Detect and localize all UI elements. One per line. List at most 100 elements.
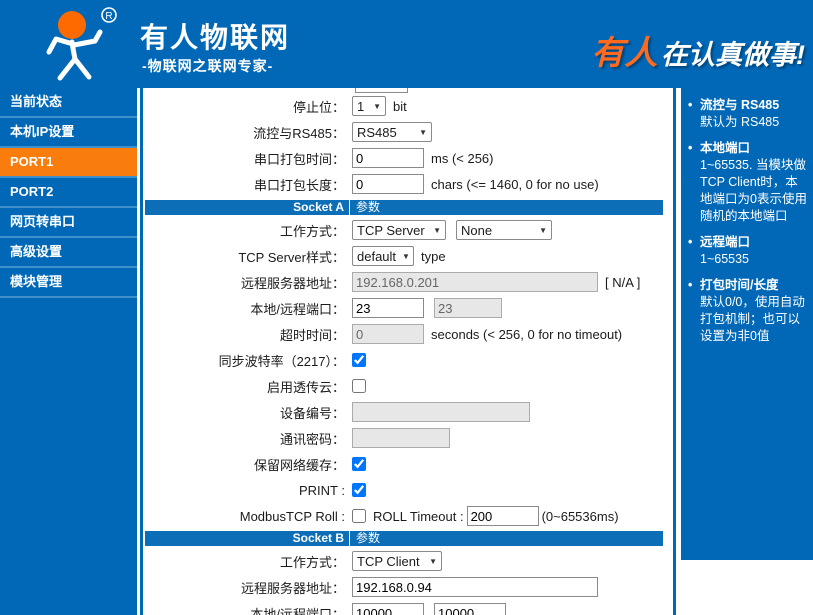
help-body: 1~65535 [700,252,749,266]
socka-server-style-hint: type [421,249,446,264]
sidebar-item-port2[interactable]: PORT2 [0,178,137,208]
row-stop-bits: 停止位： 1 ▼ bit [143,93,673,119]
row-socka-timeout: 超时时间： seconds (< 256, 0 for no timeout) [143,321,673,347]
content-right-border [673,88,676,615]
help-title: 本地端口 [700,141,750,155]
chevron-down-icon: ▼ [373,102,381,111]
comm-password-label: 通讯密码： [143,429,345,448]
socka-remote-port-input [434,298,502,318]
row-modbus-roll: ModbusTCP Roll : ROLL Timeout : (0~65536… [143,503,673,529]
sidebar-item-current-status[interactable]: 当前状态 [0,88,137,118]
help-item-flow-control: • 流控与 RS485 默认为 RS485 [688,97,808,131]
sockb-work-mode-select[interactable]: TCP Client ▼ [352,551,442,571]
bullet-icon: • [688,277,700,345]
pack-time-label: 串口打包时间： [143,149,345,168]
pack-time-input[interactable] [352,148,424,168]
row-flow-control: 流控与RS485： RS485 ▼ [143,119,673,145]
sidebar-item-local-ip[interactable]: 本机IP设置 [0,118,137,148]
socka-remote-addr-na: [ N/A ] [605,275,640,290]
socka-remote-addr-input [352,272,598,292]
pack-length-input[interactable] [352,174,424,194]
socka-timeout-hint: seconds (< 256, 0 for no timeout) [431,327,622,342]
socket-a-params-label: 参数 [350,200,380,215]
socka-timeout-input [352,324,424,344]
flow-control-select[interactable]: RS485 ▼ [352,122,432,142]
print-checkbox[interactable] [352,483,366,497]
row-sockb-remote-addr: 远程服务器地址： [143,574,673,600]
help-title: 流控与 RS485 [700,98,779,112]
row-device-id: 设备编号： [143,399,673,425]
help-panel: • 流控与 RS485 默认为 RS485 • 本地端口 1~65535. 当模… [681,88,813,560]
row-socka-ports: 本地/远程端口： [143,295,673,321]
sockb-remote-port-input[interactable] [434,603,506,615]
registered-mark: R [105,11,112,22]
flow-control-label: 流控与RS485： [143,123,345,142]
help-body: 默认0/0，使用自动打包机制；也可以设置为非0值 [700,295,805,343]
pack-time-hint: ms (< 256) [431,151,494,166]
comm-password-input [352,428,450,448]
chevron-down-icon: ▼ [419,128,427,137]
help-title: 打包时间/长度 [700,278,778,292]
socka-local-port-input[interactable] [352,298,424,318]
top-header: R 有人物联网 -物联网之联网专家- 有人 在认真做事! [0,0,813,88]
socket-a-section-header: Socket A 参数 [145,200,663,215]
slogan-rest: 在认真做事! [661,40,805,70]
row-pack-length: 串口打包长度： chars (<= 1460, 0 for no use) [143,171,673,197]
socka-ports-label: 本地/远程端口： [143,299,345,318]
roll-timeout-input[interactable] [467,506,539,526]
socka-work-mode-select[interactable]: TCP Server ▼ [352,220,446,240]
help-item-remote-port: • 远程端口 1~65535 [688,234,808,268]
row-socka-server-style: TCP Server样式： default ▼ type [143,243,673,269]
nav-sidebar: 当前状态 本机IP设置 PORT1 PORT2 网页转串口 高级设置 模块管理 [0,88,137,615]
stop-bits-select[interactable]: 1 ▼ [352,96,386,116]
roll-timeout-hint: (0~65536ms) [542,509,619,524]
bullet-icon: • [688,97,700,131]
socket-b-section-header: Socket B 参数 [145,531,663,546]
pack-length-label: 串口打包长度： [143,175,345,194]
device-id-input [352,402,530,422]
socka-server-style-select[interactable]: default ▼ [352,246,414,266]
slogan-accent: 有人 [591,34,657,71]
socka-timeout-label: 超时时间： [143,325,345,344]
row-socka-work-mode: 工作方式： TCP Server ▼ None ▼ [143,217,673,243]
roll-timeout-label: ROLL Timeout : [373,509,464,524]
keep-buffer-label: 保留网络缓存： [143,455,345,474]
socket-b-params-label: 参数 [350,531,380,546]
row-sockb-work-mode: 工作方式： TCP Client ▼ [143,548,673,574]
chevron-down-icon: ▼ [402,252,410,261]
sockb-local-port-input[interactable] [352,603,424,615]
keep-buffer-checkbox[interactable] [352,457,366,471]
pack-length-hint: chars (<= 1460, 0 for no use) [431,177,599,192]
logo-head [58,11,86,39]
slogan: 有人 在认真做事! [591,26,805,74]
row-socka-remote-addr: 远程服务器地址： [ N/A ] [143,269,673,295]
socka-mix-mode-select[interactable]: None ▼ [456,220,552,240]
sidebar-item-module-mgmt[interactable]: 模块管理 [0,268,137,298]
bullet-icon: • [688,234,700,268]
bullet-icon: • [688,140,700,225]
sidebar-item-web-to-serial[interactable]: 网页转串口 [0,208,137,238]
row-sockb-ports: 本地/远程端口： [143,600,673,615]
chevron-down-icon: ▼ [429,557,437,566]
cloud-label: 启用透传云： [143,377,345,396]
modbus-roll-checkbox[interactable] [352,509,366,523]
device-id-label: 设备编号： [143,403,345,422]
modbus-roll-label: ModbusTCP Roll : [143,509,345,524]
socka-work-mode-label: 工作方式： [143,221,345,240]
row-pack-time: 串口打包时间： ms (< 256) [143,145,673,171]
help-title: 远程端口 [700,235,750,249]
sync-baud-checkbox[interactable] [352,353,366,367]
stop-bits-unit: bit [393,99,407,114]
sockb-ports-label: 本地/远程端口： [143,604,345,615]
sockb-remote-addr-input[interactable] [352,577,598,597]
print-label: PRINT : [143,483,345,498]
sidebar-item-port1[interactable]: PORT1 [0,148,137,178]
row-cloud: 启用透传云： [143,373,673,399]
socket-b-title: Socket B [145,531,350,546]
chevron-down-icon: ▼ [433,226,441,235]
sidebar-item-advanced[interactable]: 高级设置 [0,238,137,268]
socka-remote-addr-label: 远程服务器地址： [143,273,345,292]
socket-a-title: Socket A [145,200,350,215]
cloud-checkbox[interactable] [352,379,366,393]
sync-baud-label: 同步波特率（2217）： [143,351,345,370]
